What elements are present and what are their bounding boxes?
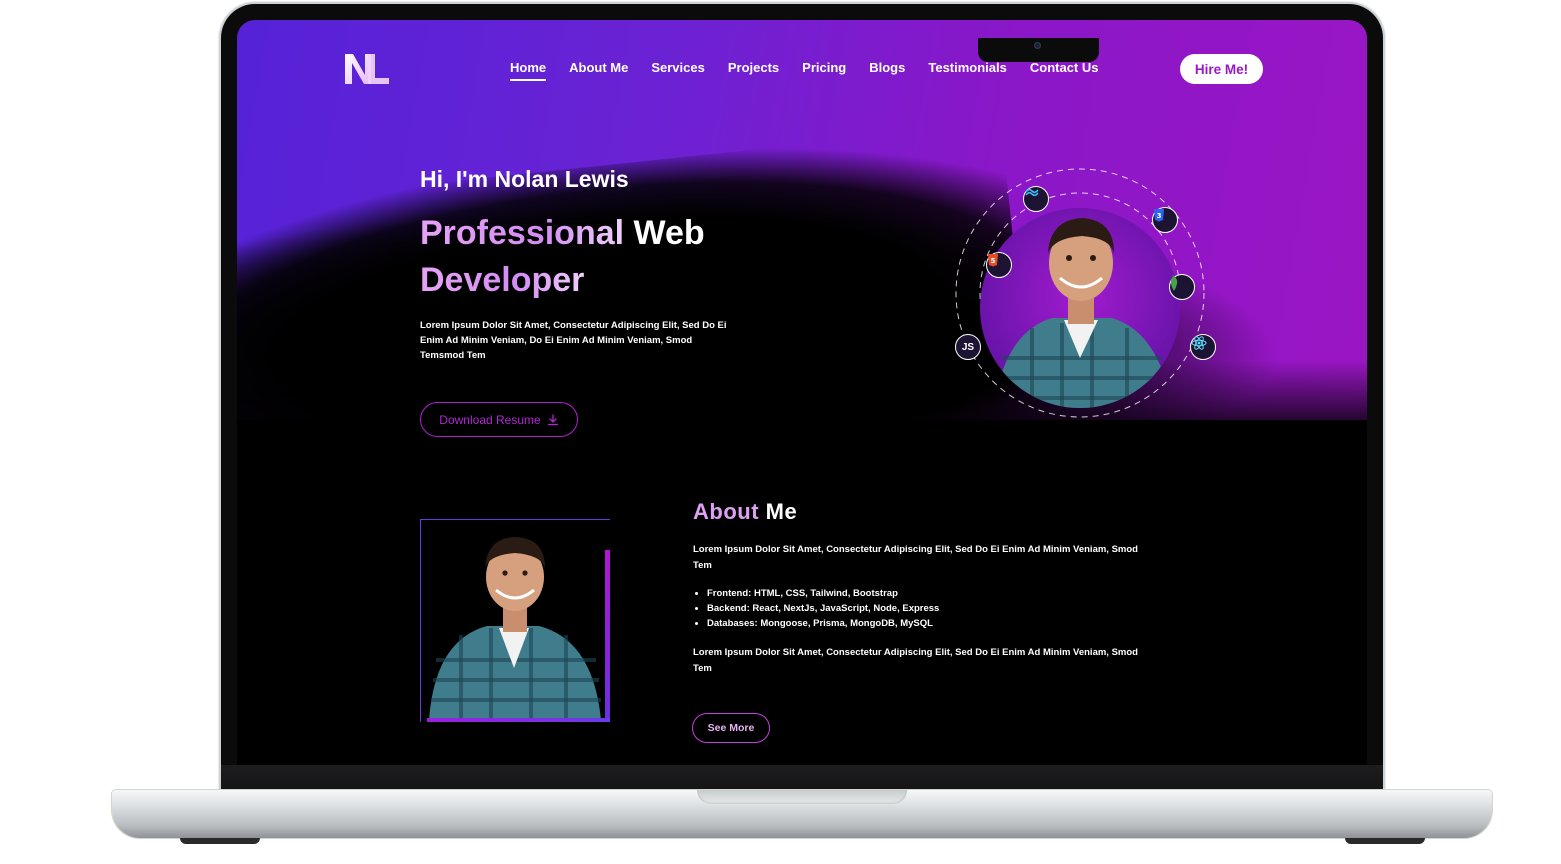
- download-icon: [547, 413, 558, 425]
- headline-web: Web: [624, 214, 705, 252]
- camera-icon: [1034, 42, 1041, 49]
- laptop-foot-right: [1345, 838, 1425, 844]
- react-icon: [1190, 334, 1216, 360]
- hero-avatar-orbit: 3 5 JS: [942, 158, 1222, 428]
- javascript-icon-label: JS: [961, 341, 975, 353]
- laptop-base-groove: [697, 790, 907, 804]
- laptop-base: [112, 790, 1492, 838]
- about-title-part1: About: [693, 499, 760, 524]
- hero-greeting: Hi, I'm Nolan Lewis: [420, 166, 629, 192]
- headline-developer: Developer: [420, 261, 585, 299]
- main-nav: Home About Me Services Projects Pricing …: [510, 60, 1122, 81]
- about-frame-accent: [605, 550, 610, 722]
- javascript-icon: JS: [955, 334, 981, 360]
- nav-item-contact-us[interactable]: Contact Us: [1030, 60, 1099, 75]
- see-more-button[interactable]: See More: [692, 713, 770, 743]
- about-frame-bottom: [427, 718, 610, 722]
- about-photo-frame: [420, 519, 610, 722]
- nav-item-projects[interactable]: Projects: [728, 60, 779, 75]
- list-item: Backend: React, NextJs, JavaScript, Node…: [707, 601, 939, 616]
- headline-highlight: Professional: [420, 214, 625, 252]
- laptop-foot-left: [180, 838, 260, 844]
- about-title-part2: Me: [759, 499, 798, 524]
- nav-item-services[interactable]: Services: [651, 60, 705, 75]
- svg-text:5: 5: [991, 257, 996, 265]
- about-title: About Me: [693, 499, 797, 525]
- download-resume-label: Download Resume: [439, 412, 541, 427]
- list-item: Databases: Mongoose, Prisma, MongoDB, My…: [707, 616, 939, 631]
- hero-avatar-photo: [980, 208, 1180, 408]
- hero-headline: Professional Web Developer: [420, 210, 760, 304]
- svg-text:3: 3: [1157, 212, 1162, 220]
- about-skills-list: Frontend: HTML, CSS, Tailwind, Bootstrap…: [707, 586, 939, 631]
- nav-item-testimonials[interactable]: Testimonials: [928, 60, 1007, 75]
- about-paragraph-2: Lorem Ipsum Dolor Sit Amet, Consectetur …: [693, 647, 1138, 674]
- html5-icon: 5: [986, 252, 1012, 278]
- list-item: Frontend: HTML, CSS, Tailwind, Bootstrap: [707, 586, 939, 601]
- about-paragraph-1: Lorem Ipsum Dolor Sit Amet, Consectetur …: [693, 544, 1138, 571]
- nav-item-pricing[interactable]: Pricing: [802, 60, 846, 75]
- camera-notch: [978, 38, 1099, 62]
- nav-item-blogs[interactable]: Blogs: [869, 60, 905, 75]
- hire-me-button[interactable]: Hire Me!: [1180, 54, 1263, 84]
- tailwind-icon: [1023, 186, 1049, 212]
- download-resume-button[interactable]: Download Resume: [420, 402, 578, 437]
- about-photo: [421, 520, 609, 720]
- mongodb-icon: [1169, 274, 1195, 300]
- nav-item-home[interactable]: Home: [510, 60, 547, 81]
- laptop-screen: Home About Me Services Projects Pricing …: [237, 20, 1367, 765]
- site-logo[interactable]: [343, 51, 391, 87]
- hero-description: Lorem Ipsum Dolor Sit Amet, Consectetur …: [420, 320, 727, 361]
- nav-item-about-me[interactable]: About Me: [569, 60, 628, 75]
- css3-icon: 3: [1152, 207, 1178, 233]
